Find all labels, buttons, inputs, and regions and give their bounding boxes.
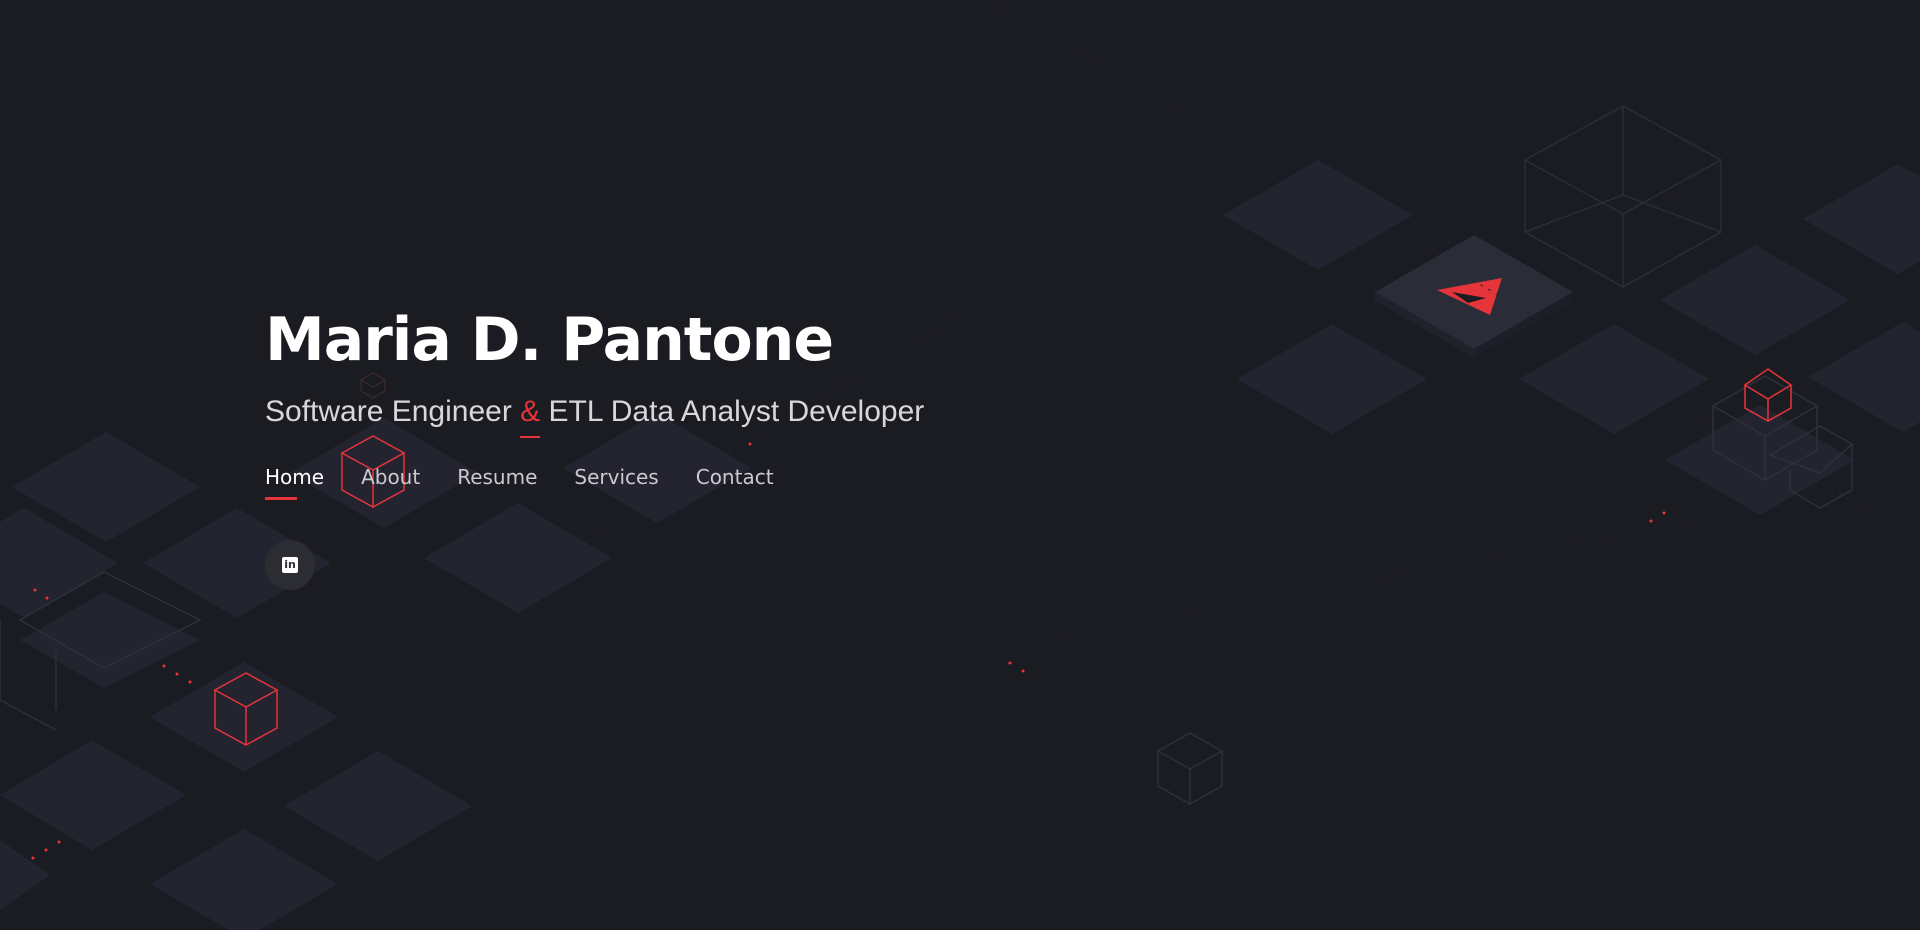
hero-tagline: Software Engineer & ETL Data Analyst Dev… — [265, 392, 1165, 438]
iso-tile — [284, 751, 472, 861]
nav-item-services[interactable]: Services — [574, 462, 658, 492]
iso-tile — [1223, 160, 1413, 270]
wireframe-box — [1523, 105, 1723, 288]
linkedin-button[interactable]: in — [265, 540, 315, 590]
hero-name: Maria D. Pantone — [265, 305, 834, 375]
iso-tile — [150, 829, 338, 930]
nav-item-about[interactable]: About — [361, 462, 420, 492]
tagline-ampersand: & — [520, 392, 541, 438]
iso-tile — [1660, 245, 1850, 355]
iso-tile — [1803, 164, 1920, 274]
hero-section: Maria D. Pantone Software Engineer & ETL… — [0, 0, 1920, 930]
iso-tile — [0, 740, 186, 850]
iso-tile — [150, 662, 338, 772]
nav-item-home[interactable]: Home — [265, 462, 324, 500]
iso-tile — [1665, 405, 1855, 515]
linkedin-icon: in — [282, 557, 298, 573]
iso-tile — [1237, 324, 1427, 434]
cube-outline-icon — [1156, 732, 1224, 805]
raised-tile — [1375, 235, 1573, 358]
nav-item-contact[interactable]: Contact — [696, 462, 774, 492]
iso-tile — [1808, 322, 1920, 432]
iso-tile — [0, 840, 50, 910]
hero-content: Maria D. Pantone Software Engineer & ETL… — [265, 300, 1165, 590]
iso-tile — [1519, 324, 1709, 434]
main-nav: Home About Resume Services Contact — [265, 462, 1165, 500]
nav-item-resume[interactable]: Resume — [457, 462, 537, 492]
tagline-part2: ETL Data Analyst Developer — [540, 395, 925, 428]
tagline-part1: Software Engineer — [265, 395, 521, 428]
